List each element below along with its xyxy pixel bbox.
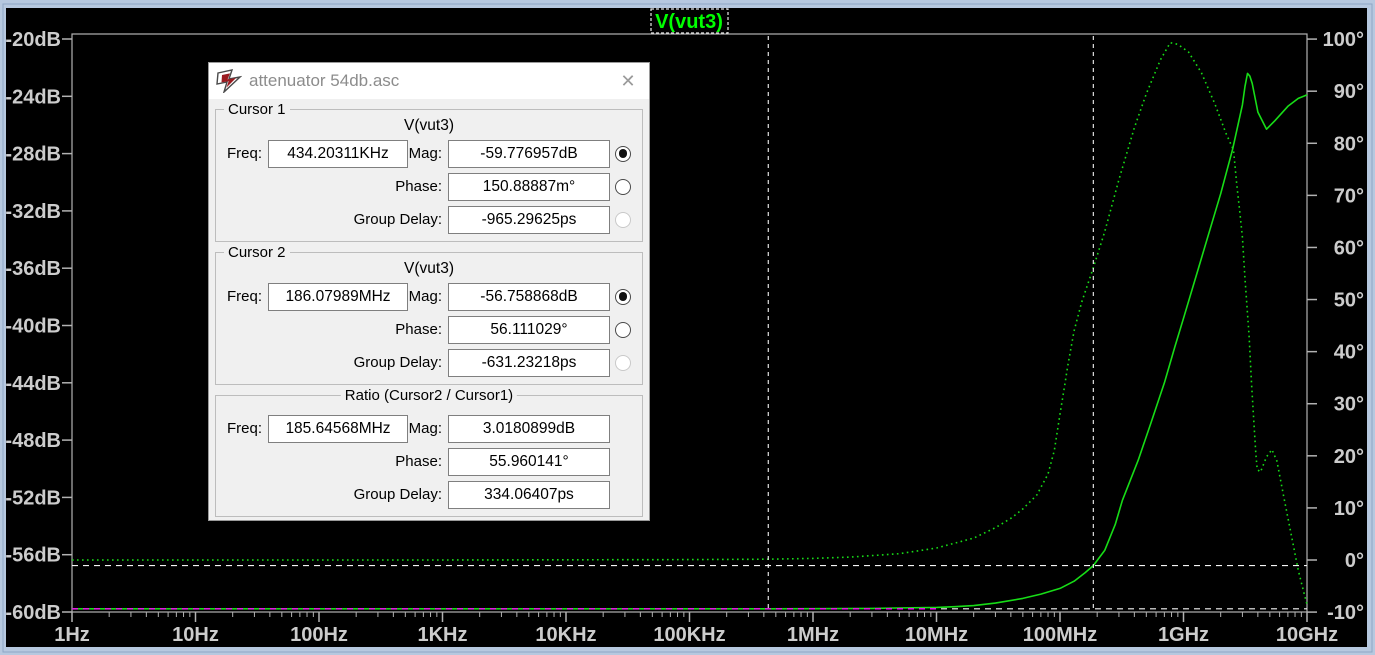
dialog-close-button[interactable]: ✕ [607, 63, 649, 99]
y-left-tick-label: -40dB [5, 316, 61, 338]
ltspice-logo-icon [216, 69, 242, 93]
ratio-group: Ratio (Cursor2 / Cursor1) Freq: Mag: Pha… [215, 395, 643, 517]
cursor2-phase-radio[interactable] [615, 322, 631, 338]
x-tick-label: 100KHz [653, 624, 725, 646]
dialog-titlebar[interactable]: attenuator 54db.asc ✕ [209, 63, 649, 99]
cursor2-mag-field[interactable] [448, 283, 610, 311]
cursor1-freq-label: Freq: [222, 145, 268, 162]
cursor1-phase-radio[interactable] [615, 179, 631, 195]
x-tick-label: 100MHz [1023, 624, 1097, 646]
ratio-freq-field[interactable] [268, 415, 408, 443]
x-tick-label: 1Hz [54, 624, 90, 646]
x-tick-label: 10GHz [1276, 624, 1338, 646]
cursor1-group-delay-radio [615, 212, 631, 228]
cursor2-freq-field[interactable] [268, 283, 408, 311]
y-left-tick-label: -20dB [5, 29, 61, 51]
y-right-tick-label: 20° [1334, 446, 1364, 468]
y-right-tick-label: 80° [1334, 133, 1364, 155]
cursor1-phase-field[interactable] [448, 173, 610, 201]
y-left-tick-label: -28dB [5, 144, 61, 166]
y-right-tick-label: -10° [1327, 602, 1364, 624]
ratio-phase-label: Phase: [222, 453, 448, 470]
y-right-tick-label: 90° [1334, 81, 1364, 103]
cursor2-phase-field[interactable] [448, 316, 610, 344]
x-tick-label: 10KHz [535, 624, 596, 646]
ratio-mag-field[interactable] [448, 415, 610, 443]
ratio-phase-field[interactable] [448, 448, 610, 476]
x-tick-label: 1KHz [417, 624, 467, 646]
cursor2-group-delay-radio [615, 355, 631, 371]
cursor2-mag-label: Mag: [408, 288, 448, 305]
y-right-tick-label: 30° [1334, 394, 1364, 416]
dialog-body: Cursor 1 V(vut3) Freq: Mag: Phase: Group… [209, 109, 649, 517]
y-left-tick-label: -32dB [5, 201, 61, 223]
y-right-tick-label: 40° [1334, 342, 1364, 364]
cursor1-group-delay-label: Group Delay: [222, 211, 448, 228]
y-left-tick-label: -36dB [5, 258, 61, 280]
cursor2-group-delay-field[interactable] [448, 349, 610, 377]
y-left-tick-label: -44dB [5, 373, 61, 395]
x-tick-label: 10Hz [172, 624, 219, 646]
ltspice-window: { "window": { "frame_color": "#b6c8df", … [0, 0, 1375, 655]
cursor1-phase-label: Phase: [222, 178, 448, 195]
x-tick-label: 100Hz [290, 624, 348, 646]
y-left-tick-label: -60dB [5, 602, 61, 624]
ratio-freq-label: Freq: [222, 420, 268, 437]
cursor2-group: Cursor 2 V(vut3) Freq: Mag: Phase: Group… [215, 252, 643, 385]
dialog-title: attenuator 54db.asc [249, 71, 607, 91]
ratio-heading: Ratio (Cursor2 / Cursor1) [341, 387, 517, 404]
y-right-tick-label: 70° [1334, 185, 1364, 207]
cursor2-heading: Cursor 2 [224, 244, 290, 261]
cursor1-mag-field[interactable] [448, 140, 610, 168]
cursor1-freq-field[interactable] [268, 140, 408, 168]
plot-title[interactable]: V(vut3) [655, 11, 723, 33]
y-left-tick-label: -48dB [5, 430, 61, 452]
waveform-plot[interactable]: -20dB -24dB -28dB -32dB -36dB -40dB -44dB -48dB… [0, 0, 1375, 655]
ratio-group-delay-field[interactable] [448, 481, 610, 509]
y-left-tick-label: -24dB [5, 86, 61, 108]
y-right-tick-label: 50° [1334, 290, 1364, 312]
y-right-tick-label: 100° [1323, 29, 1364, 51]
ratio-mag-label: Mag: [408, 420, 448, 437]
y-left-tick-label: -56dB [5, 545, 61, 567]
cursor2-freq-label: Freq: [222, 288, 268, 305]
cursor2-mag-radio[interactable] [615, 289, 631, 305]
cursor1-group-delay-field[interactable] [448, 206, 610, 234]
y-right-tick-label: 60° [1334, 237, 1364, 259]
cursor1-mag-radio[interactable] [615, 146, 631, 162]
y-left-tick-label: -52dB [5, 487, 61, 509]
cursor2-phase-label: Phase: [222, 321, 448, 338]
x-tick-label: 1MHz [787, 624, 839, 646]
ratio-group-delay-label: Group Delay: [222, 486, 448, 503]
cursor1-mag-label: Mag: [408, 145, 448, 162]
cursor2-group-delay-label: Group Delay: [222, 354, 448, 371]
cursor-dialog: attenuator 54db.asc ✕ Cursor 1 V(vut3) F… [208, 62, 650, 521]
y-right-tick-label: 10° [1334, 498, 1364, 520]
x-tick-label: 1GHz [1158, 624, 1209, 646]
x-tick-label: 10MHz [905, 624, 968, 646]
y-right-tick-label: 0° [1345, 550, 1364, 572]
cursor1-heading: Cursor 1 [224, 101, 290, 118]
cursor1-group: Cursor 1 V(vut3) Freq: Mag: Phase: Group… [215, 109, 643, 242]
